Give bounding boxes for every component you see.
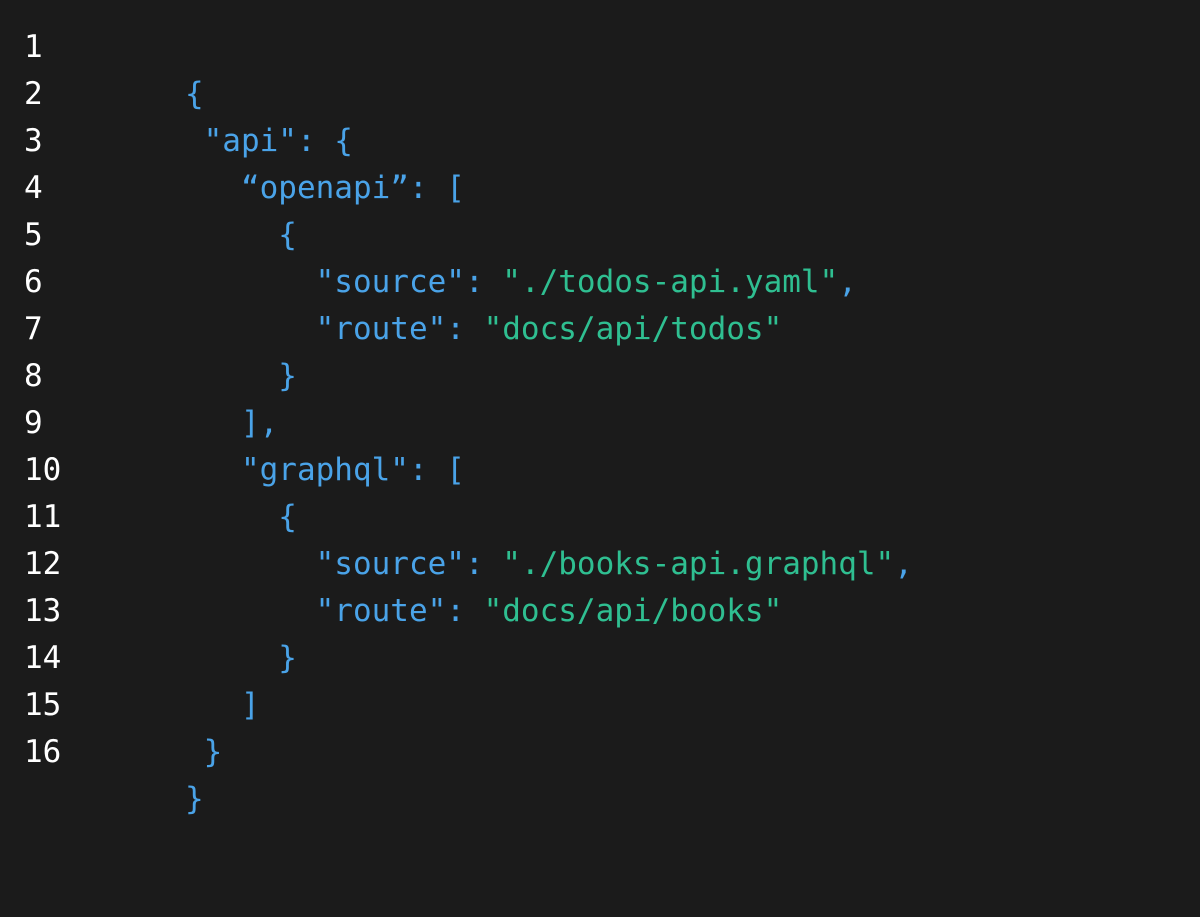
code-line[interactable]: 6 "route": "docs/api/todos" [0,259,1200,347]
code-line[interactable]: 13 } [0,588,1200,676]
line-number: 15 [24,687,62,723]
line-number: 6 [24,264,43,300]
code-line[interactable]: 7 } [0,306,1200,394]
line-number: 12 [24,546,62,582]
line-number: 9 [24,405,43,441]
line-number: 5 [24,217,43,253]
code-line[interactable]: 5 "source": "./todos-api.yaml", [0,212,1200,300]
code-line[interactable]: 2 "api": { [0,71,1200,159]
code-line[interactable]: 8 ], [0,353,1200,441]
code-line[interactable]: 11 "source": "./books-api.graphql", [0,494,1200,582]
line-number: 3 [24,123,43,159]
line-number: 13 [24,593,62,629]
line-number: 7 [24,311,43,347]
code-line[interactable]: 1 { [0,24,1200,112]
line-number: 8 [24,358,43,394]
code-line[interactable]: 10 { [0,447,1200,535]
line-number: 1 [24,29,43,65]
line-number: 11 [24,499,62,535]
line-number: 10 [24,452,62,488]
code-line[interactable]: 15 } [0,682,1200,770]
code-line[interactable]: 3 “openapi”: [ [0,118,1200,206]
line-number: 14 [24,640,62,676]
code-line[interactable]: 4 { [0,165,1200,253]
code-editor[interactable]: 1 { 2 "api": { 3 “openapi”: [ 4 { 5 "sou… [0,0,1200,817]
line-number: 4 [24,170,43,206]
code-line[interactable]: 16 } [0,729,1200,817]
code-line[interactable]: 14 ] [0,635,1200,723]
code-token: } [184,781,204,817]
code-line[interactable]: 9 "graphql": [ [0,400,1200,488]
code-line[interactable]: 12 "route": "docs/api/books" [0,541,1200,629]
line-number: 2 [24,76,43,112]
line-number: 16 [24,734,62,770]
